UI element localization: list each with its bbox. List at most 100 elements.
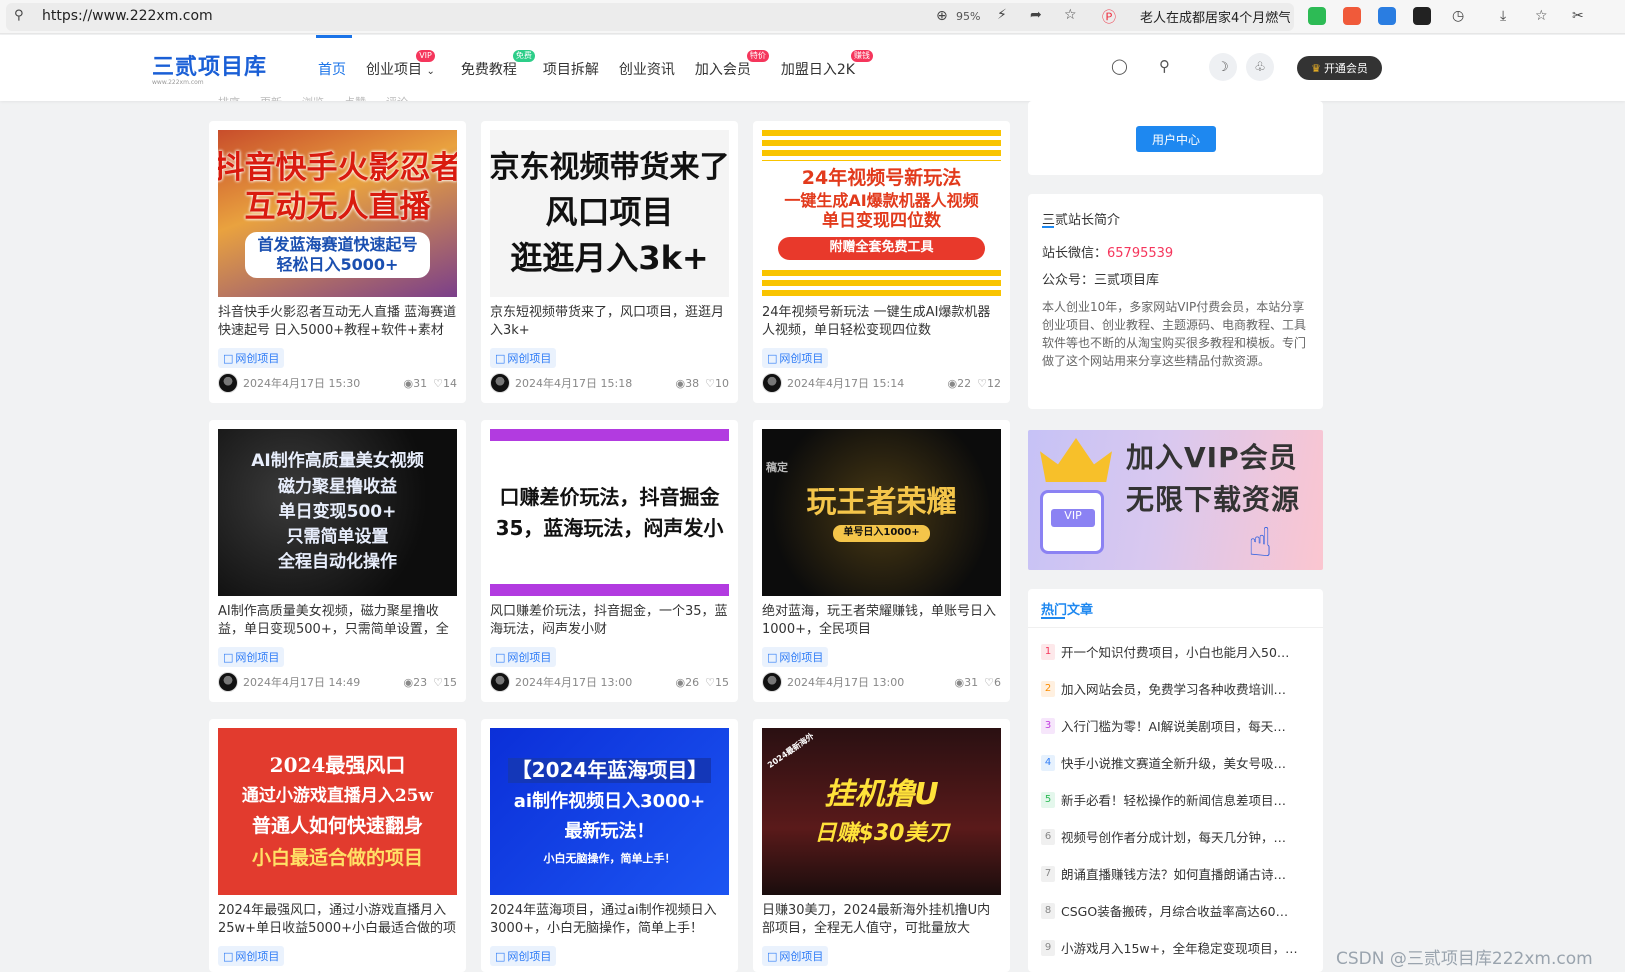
- avatar[interactable]: [762, 672, 782, 692]
- hot-article-item[interactable]: 1 开一个知识付费项目，小白也能月入50…: [1041, 642, 1311, 661]
- post-title[interactable]: 绝对蓝海，玩王者荣耀赚钱，单账号日入1000+，全民项目: [762, 603, 1001, 639]
- nav-home[interactable]: 首页: [316, 35, 352, 79]
- post-thumbnail[interactable]: 稿定 玩王者荣耀 单号日入1000+: [762, 429, 1001, 596]
- post-card[interactable]: AI制作高质量美女视频 磁力聚星撸收益 单日变现500+ 只需简单设置 全程自动…: [209, 420, 466, 702]
- sort-comments[interactable]: 评论: [386, 96, 408, 101]
- post-title[interactable]: 风口赚差价玩法，抖音掘金，一个35，蓝海玩法，闷声发小财: [490, 603, 729, 639]
- thumb-text: 一键生成AI爆款机器人视频: [784, 191, 979, 211]
- post-card[interactable]: 2024最强风口 通过小游戏直播月入25w 普通人如何快速翻身 小白最适合做的项…: [209, 719, 466, 972]
- extension-check-icon[interactable]: [1308, 7, 1326, 25]
- sogou-icon[interactable]: Ⓟ: [1102, 7, 1116, 27]
- share-icon[interactable]: ➦: [1030, 7, 1042, 23]
- extension-draw-icon[interactable]: [1413, 7, 1431, 25]
- category-tag[interactable]: □ 网创项目: [762, 946, 829, 966]
- hot-article-item[interactable]: 8 CSGO装备搬砖，月综合收益率高达60…: [1041, 901, 1311, 920]
- hot-article-item[interactable]: 2 加入网站会员，免费学习各种收费培训…: [1041, 679, 1311, 698]
- download-icon[interactable]: ⤓: [1500, 8, 1506, 24]
- bell-icon[interactable]: ♧: [1246, 53, 1274, 81]
- views-value: 23: [413, 675, 428, 689]
- avatar[interactable]: [490, 373, 510, 393]
- open-vip-button[interactable]: ♛ 开通会员: [1297, 56, 1382, 80]
- extension-translate-icon[interactable]: [1378, 7, 1396, 25]
- site-logo[interactable]: 三贰项目库: [152, 49, 267, 81]
- thumb-text: 2024最新海外: [766, 731, 816, 770]
- post-title[interactable]: 2024年最强风口，通过小游戏直播月入25w+单日收益5000+小白最适合做的项…: [218, 902, 457, 938]
- nav-free-tutorials[interactable]: 免费教程 免费: [461, 50, 535, 79]
- post-thumbnail[interactable]: 京东视频带货来了 风口项目 逛逛月入3k+: [490, 130, 729, 297]
- history-icon[interactable]: ◷: [1452, 8, 1464, 24]
- post-date: 2024年4月17日 15:30: [243, 377, 361, 390]
- lightning-icon[interactable]: ⚡: [997, 7, 1007, 23]
- post-thumbnail[interactable]: AI制作高质量美女视频 磁力聚星撸收益 单日变现500+ 只需简单设置 全程自动…: [218, 429, 457, 596]
- hot-article-item[interactable]: 5 新手必看！轻松操作的新闻信息差项目…: [1041, 790, 1311, 809]
- thumb-text: 通过小游戏直播月入25w: [241, 785, 434, 806]
- category-tag[interactable]: □ 网创项目: [762, 647, 829, 667]
- post-thumbnail[interactable]: 2024最强风口 通过小游戏直播月入25w 普通人如何快速翻身 小白最适合做的项…: [218, 728, 457, 895]
- rank-number: 6: [1041, 828, 1055, 845]
- post-thumbnail[interactable]: 【2024年蓝海项目】 ai制作视频日入3000+ 最新玩法！ 小白无脑操作，简…: [490, 728, 729, 895]
- rank-number: 2: [1041, 680, 1055, 697]
- post-title[interactable]: 2024年蓝海项目，通过ai制作视频日入3000+，小白无脑操作，简单上手！: [490, 902, 729, 938]
- dark-mode-icon[interactable]: ☽: [1209, 53, 1237, 81]
- post-card[interactable]: 稿定 玩王者荣耀 单号日入1000+ 绝对蓝海，玩王者荣耀赚钱，单账号日入100…: [753, 420, 1010, 702]
- nav-join-member[interactable]: 加入会员 特价: [695, 50, 769, 79]
- post-card[interactable]: 口赚差价玩法，抖音掘金 35，蓝海玩法，闷声发小 风口赚差价玩法，抖音掘金，一个…: [481, 420, 738, 702]
- tag-label: 网创项目: [507, 950, 552, 963]
- star-icon[interactable]: ☆: [1064, 7, 1077, 23]
- category-tag[interactable]: □ 网创项目: [762, 348, 829, 368]
- free-badge: 免费: [512, 50, 535, 62]
- hot-article-item[interactable]: 7 朗诵直播赚钱方法？如何直播朗诵古诗…: [1041, 864, 1311, 883]
- nav-startup-news[interactable]: 创业资讯: [619, 59, 675, 79]
- hot-article-item[interactable]: 4 快手小说推文赛道全新升级，美女号吸…: [1041, 753, 1311, 772]
- post-title[interactable]: 日赚30美刀，2024最新海外挂机撸U内部项目，全程无人值守，可批量放大: [762, 902, 1001, 938]
- avatar[interactable]: [762, 373, 782, 393]
- post-thumbnail[interactable]: 抖音快手火影忍者 互动无人直播 首发蓝海赛道快速起号 轻松日入5000+: [218, 130, 457, 297]
- sort-views[interactable]: 浏览: [302, 96, 324, 101]
- post-card[interactable]: 抖音快手火影忍者 互动无人直播 首发蓝海赛道快速起号 轻松日入5000+ 抖音快…: [209, 121, 466, 403]
- extension-pdf-icon[interactable]: [1343, 7, 1361, 25]
- post-thumbnail[interactable]: 2024最新海外 挂机撸U 日赚$30美刀: [762, 728, 1001, 895]
- nav-label: 首页: [318, 62, 346, 78]
- category-tag[interactable]: □ 网创项目: [218, 647, 285, 667]
- post-card[interactable]: 【2024年蓝海项目】 ai制作视频日入3000+ 最新玩法！ 小白无脑操作，简…: [481, 719, 738, 972]
- post-title[interactable]: 24年视频号新玩法 一键生成AI爆款机器人视频，单日轻松变现四位数: [762, 304, 1001, 340]
- hot-article-item[interactable]: 9 小游戏月入15w+，全年稳定变现项目，…: [1041, 938, 1311, 957]
- post-thumbnail[interactable]: 24年视频号新玩法 一键生成AI爆款机器人视频 单日变现四位数 附赠全套免费工具: [762, 130, 1001, 297]
- hot-news-text[interactable]: 老人在成都居家4个月燃气: [1140, 7, 1290, 26]
- folder-icon: □: [223, 949, 234, 963]
- address-bar[interactable]: ⚲ https://www.222xm.com ⊕ 95% ⚡ ➦ ☆ Ⓟ 老人…: [6, 3, 1294, 31]
- hot-article-item[interactable]: 6 视频号创作者分成计划，每天几分钟，…: [1041, 827, 1311, 846]
- nav-franchise[interactable]: 加盟日入2K 赚钱: [781, 50, 873, 79]
- url-text[interactable]: https://www.222xm.com: [42, 8, 213, 24]
- search-icon[interactable]: ⚲: [1159, 57, 1170, 75]
- nav-project-breakdown[interactable]: 项目拆解: [543, 59, 599, 79]
- hot-article-item[interactable]: 3 入行门槛为零！AI解说美剧项目，每天…: [1041, 716, 1311, 735]
- nav-projects[interactable]: 创业项目 ⌄ VIP: [366, 50, 435, 79]
- post-title[interactable]: 京东短视频带货来了，风口项目，逛逛月入3k+: [490, 304, 729, 340]
- post-card[interactable]: 24年视频号新玩法 一键生成AI爆款机器人视频 单日变现四位数 附赠全套免费工具…: [753, 121, 1010, 403]
- sort-update[interactable]: 更新: [260, 96, 282, 101]
- category-tag[interactable]: □ 网创项目: [218, 348, 285, 368]
- user-center-button[interactable]: 用户中心: [1136, 126, 1216, 152]
- zoom-level[interactable]: 95%: [956, 10, 980, 23]
- favorites-icon[interactable]: ☆: [1535, 8, 1548, 24]
- vip-banner[interactable]: VIP 加入VIP会员 无限下载资源 ☝: [1028, 430, 1323, 570]
- post-thumbnail[interactable]: 口赚差价玩法，抖音掘金 35，蓝海玩法，闷声发小: [490, 429, 729, 596]
- post-title[interactable]: 抖音快手火影忍者互动无人直播 蓝海赛道快速起号 日入5000+教程+软件+素材: [218, 304, 457, 340]
- hot-article-title: 加入网站会员，免费学习各种收费培训…: [1061, 682, 1287, 697]
- sort-likes[interactable]: 点赞: [344, 96, 366, 101]
- post-title[interactable]: AI制作高质量美女视频，磁力聚星撸收益，单日变现500+，只需简单设置，全程自动…: [218, 603, 457, 639]
- avatar[interactable]: [218, 672, 238, 692]
- scissors-icon[interactable]: ✂: [1572, 8, 1584, 24]
- zoom-icon[interactable]: ⊕: [936, 8, 948, 24]
- category-tag[interactable]: □ 网创项目: [218, 946, 285, 966]
- category-tag[interactable]: □ 网创项目: [490, 946, 557, 966]
- avatar[interactable]: [218, 373, 238, 393]
- post-card[interactable]: 2024最新海外 挂机撸U 日赚$30美刀 日赚30美刀，2024最新海外挂机撸…: [753, 719, 1010, 972]
- avatar[interactable]: [490, 672, 510, 692]
- category-tag[interactable]: □ 网创项目: [490, 647, 557, 667]
- category-tag[interactable]: □ 网创项目: [490, 348, 557, 368]
- post-card[interactable]: 京东视频带货来了 风口项目 逛逛月入3k+ 京东短视频带货来了，风口项目，逛逛月…: [481, 121, 738, 403]
- lightbulb-icon[interactable]: ◯: [1111, 57, 1128, 75]
- folder-icon: □: [767, 949, 778, 963]
